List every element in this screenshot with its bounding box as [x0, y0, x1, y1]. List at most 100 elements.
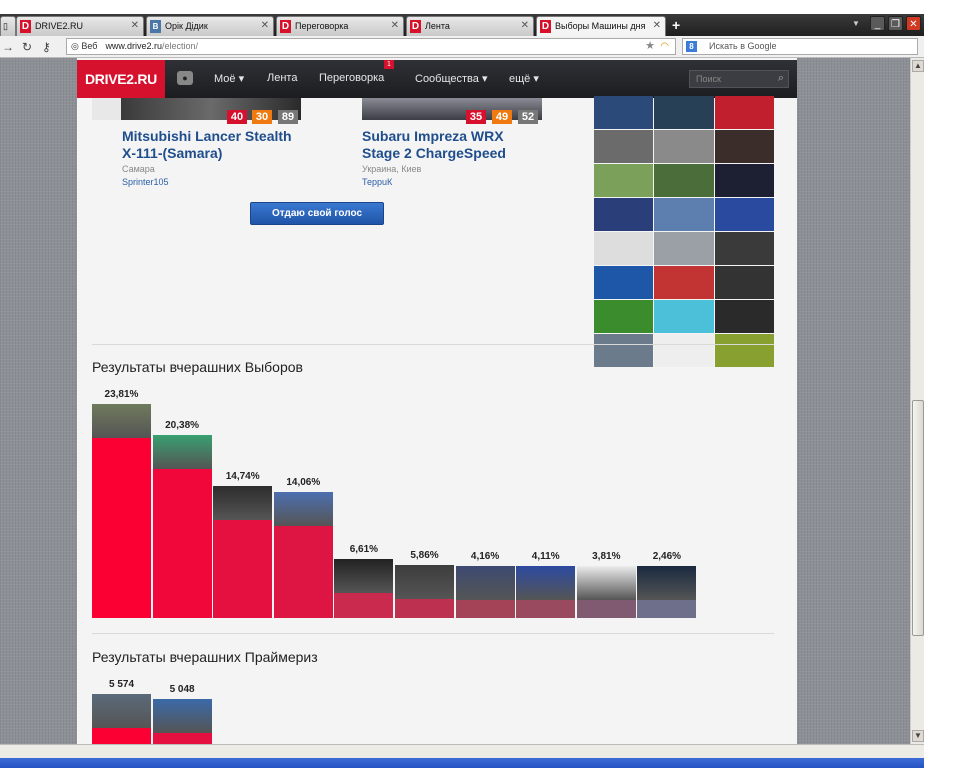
restore-icon[interactable]: ❐ — [888, 16, 903, 31]
chart-bar[interactable] — [395, 565, 454, 618]
close-tab-icon[interactable]: ✕ — [261, 20, 269, 31]
vote-button[interactable]: Отдаю свой голос — [250, 202, 384, 225]
candidate-user[interactable]: Sprinter105 — [122, 177, 169, 187]
car-thumbnail[interactable] — [714, 334, 774, 367]
tab-lenta[interactable]: D Лента ✕ — [406, 16, 534, 36]
chart-bar[interactable] — [273, 491, 333, 618]
page-viewport: DRIVE2.RU ● Моё ▾ Лента Переговорка 1 Со… — [0, 58, 910, 744]
search-placeholder: Искать в Google — [709, 41, 777, 51]
candidate-title-line: Subaru Impreza WRX — [362, 128, 504, 144]
car-thumbnail[interactable] — [654, 130, 714, 163]
bar-car-thumbnail — [455, 566, 515, 600]
chart-bar[interactable] — [455, 566, 515, 618]
car-thumbnail[interactable] — [714, 96, 774, 129]
new-tab-button[interactable]: + — [672, 17, 680, 33]
car-thumbnail[interactable] — [594, 96, 654, 129]
bar-value-label: 5 574 — [108, 679, 135, 690]
candidate-photo[interactable] — [121, 98, 301, 120]
tab-vk[interactable]: B Орік Дідик ✕ — [146, 16, 274, 36]
score-badge: 52 — [518, 110, 538, 124]
menu-peregovorka[interactable]: Переговорка — [319, 72, 384, 84]
bar-value-label: 23,81% — [104, 389, 139, 400]
candidate-user[interactable]: ТеррuК — [362, 177, 392, 187]
menu-more[interactable]: ещё ▾ — [509, 72, 539, 85]
chart-bar[interactable] — [516, 566, 576, 618]
car-thumbnail[interactable] — [714, 266, 774, 299]
car-thumbnail[interactable] — [654, 266, 714, 299]
minimize-icon[interactable]: _ — [870, 16, 885, 31]
bar-car-thumbnail — [395, 565, 454, 600]
chart-bar[interactable] — [334, 558, 394, 618]
chart-bar[interactable] — [152, 698, 212, 744]
search-icon[interactable]: ⌕ — [778, 72, 784, 85]
forward-icon[interactable]: → — [2, 40, 14, 54]
scroll-thumb[interactable] — [912, 400, 924, 636]
url-host: www.drive2.ru — [105, 41, 162, 51]
tab-menu-icon[interactable]: ▼ — [852, 19, 860, 28]
close-tab-icon[interactable]: ✕ — [131, 20, 139, 31]
car-thumbnail[interactable] — [654, 96, 714, 129]
car-thumbnail[interactable] — [714, 300, 774, 333]
close-window-icon[interactable]: ✕ — [906, 16, 921, 31]
close-tab-icon[interactable]: ✕ — [391, 20, 399, 31]
car-thumbnail[interactable] — [654, 164, 714, 197]
key-icon[interactable]: ⚷ — [42, 40, 51, 54]
bar-car-thumbnail — [637, 566, 697, 600]
vertical-scrollbar[interactable]: ▲ ▼ — [910, 58, 924, 744]
candidate-title-line: X-111-(Samara) — [122, 145, 223, 161]
scroll-up-icon[interactable]: ▲ — [912, 60, 924, 72]
url-path: /election/ — [161, 41, 198, 51]
bar-fill — [395, 599, 454, 618]
candidate-title[interactable]: Mitsubishi Lancer Stealth X-111-(Samara) — [122, 128, 292, 162]
close-tab-icon[interactable]: ✕ — [653, 20, 661, 31]
os-taskbar — [0, 758, 960, 768]
car-thumbnail[interactable] — [714, 232, 774, 265]
car-thumbnail[interactable] — [714, 130, 774, 163]
tab-partial[interactable]: ▯ — [0, 16, 16, 36]
score-badge: 49 — [492, 110, 512, 124]
scroll-down-icon[interactable]: ▼ — [912, 730, 924, 742]
car-thumbnail[interactable] — [594, 232, 654, 265]
close-tab-icon[interactable]: ✕ — [521, 20, 529, 31]
car-thumbnail[interactable] — [594, 266, 654, 299]
car-thumbnail[interactable] — [594, 164, 654, 197]
car-thumbnail[interactable] — [594, 300, 654, 333]
menu-communities[interactable]: Сообщества ▾ — [415, 72, 487, 85]
car-thumbnail[interactable] — [654, 334, 714, 367]
menu-moe[interactable]: Моё ▾ — [214, 72, 244, 85]
car-thumbnail[interactable] — [654, 232, 714, 265]
globe-icon: ◎ — [71, 41, 79, 51]
menu-lenta[interactable]: Лента — [267, 72, 297, 84]
car-thumbnail[interactable] — [654, 300, 714, 333]
camera-icon[interactable]: ● — [177, 71, 193, 85]
chart-bar[interactable] — [576, 566, 636, 618]
tab-elections[interactable]: D Выборы Машины дня ✕ — [536, 16, 666, 36]
car-thumbnail[interactable] — [714, 164, 774, 197]
chart-bar[interactable] — [92, 694, 151, 744]
chart-bar[interactable] — [152, 434, 212, 618]
tab-drive2[interactable]: D DRIVE2.RU ✕ — [16, 16, 144, 36]
site-logo[interactable]: DRIVE2.RU — [77, 60, 165, 98]
rss-icon[interactable]: ◠ — [660, 39, 669, 54]
car-thumbnail[interactable] — [714, 198, 774, 231]
bar-car-thumbnail — [152, 434, 212, 469]
tab-peregovorka[interactable]: D Переговорка ✕ — [276, 16, 404, 36]
chart-bar[interactable] — [92, 404, 151, 618]
candidate-title[interactable]: Subaru Impreza WRX Stage 2 ChargeSpeed — [362, 128, 506, 162]
car-thumbnail[interactable] — [594, 130, 654, 163]
candidate-photo[interactable] — [362, 98, 542, 120]
chart-bar[interactable] — [213, 485, 273, 618]
car-thumbnail[interactable] — [594, 334, 654, 367]
reload-icon[interactable]: ↻ — [22, 40, 32, 54]
candidate-title-line: Stage 2 ChargeSpeed — [362, 145, 506, 161]
address-bar[interactable]: ◎ Веб www.drive2.ru/election/ ★ ◠ — [66, 38, 676, 55]
chart-bar[interactable] — [637, 566, 697, 618]
vk-favicon-icon: B — [150, 20, 161, 33]
site-search-input[interactable]: Поиск ⌕ — [689, 70, 789, 88]
browser-tab-bar: ▯ D DRIVE2.RU ✕ B Орік Дідик ✕ D Перегов… — [0, 14, 924, 36]
car-thumbnail[interactable] — [594, 198, 654, 231]
bar-fill — [152, 732, 212, 744]
car-thumbnail[interactable] — [654, 198, 714, 231]
search-engine-input[interactable]: 8 Искать в Google — [682, 38, 918, 55]
bookmark-star-icon[interactable]: ★ — [645, 39, 655, 54]
